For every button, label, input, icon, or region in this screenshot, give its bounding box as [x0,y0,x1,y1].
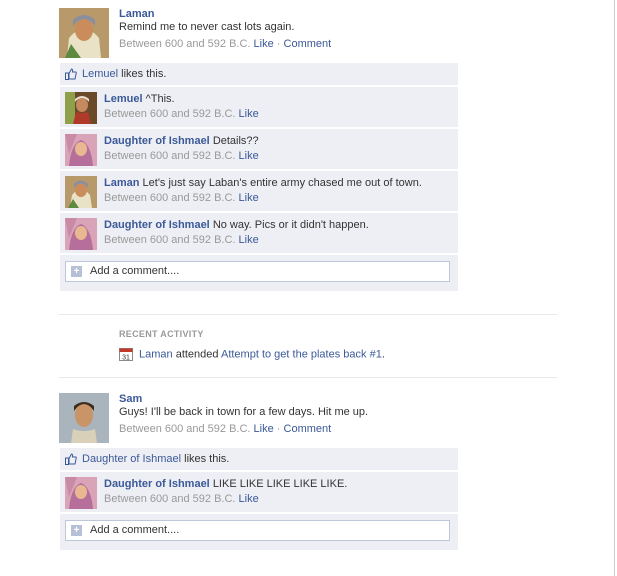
story-timestamp: Between 600 and 592 B.C. [119,38,251,50]
avatar-daughter-of-ishmael[interactable] [65,218,97,250]
avatar-daughter-of-ishmael[interactable] [65,134,97,166]
avatar-laman[interactable] [59,8,109,58]
add-comment-input[interactable]: + Add a comment.... [65,520,450,541]
comment-timestamp: Between 600 and 592 B.C. [104,108,236,120]
add-comment-placeholder: Add a comment.... [90,265,180,277]
story-author[interactable]: Laman [119,8,154,20]
plus-icon: + [71,266,82,277]
comment-meta: Between 600 and 592 B.C. Like [104,493,458,505]
like-link[interactable]: Like [254,423,274,435]
comment-meta: Between 600 and 592 B.C. Like [104,192,458,204]
plus-icon: + [71,525,82,536]
story-meta: Between 600 and 592 B.C. Like · Comment [119,423,557,435]
comment-meta: Between 600 and 592 B.C. Like [104,234,458,246]
comment-timestamp: Between 600 and 592 B.C. [104,150,236,162]
story-body: Laman Remind me to never cast lots again… [119,8,557,50]
comment-author[interactable]: Daughter of Ishmael [104,135,210,147]
comment-text: LIKE LIKE LIKE LIKE LIKE. [212,478,348,490]
comment: Daughter of Ishmael LIKE LIKE LIKE LIKE … [60,472,458,512]
recent-activity-heading: RECENT ACTIVITY [119,329,204,339]
story-divider [59,377,557,378]
thumbs-up-icon [65,68,77,80]
comment-text: Details?? [212,135,259,147]
activity-actor[interactable]: Laman [139,348,173,360]
comment-author[interactable]: Lemuel [104,93,143,105]
likes-suffix: likes this. [121,68,167,80]
comment-timestamp: Between 600 and 592 B.C. [104,493,236,505]
comment-author[interactable]: Daughter of Ishmael [104,219,210,231]
comment: Laman Let's just say Laban's entire army… [60,171,458,211]
story-body: Sam Guys! I'll be back in town for a few… [119,393,557,435]
thumbs-up-icon [65,453,77,465]
liker-name[interactable]: Daughter of Ishmael [82,453,181,465]
comment: Daughter of Ishmael Details?? Between 60… [60,129,458,169]
avatar-lemuel[interactable] [65,92,97,124]
story-timestamp: Between 600 and 592 B.C. [119,423,251,435]
add-comment-input[interactable]: + Add a comment.... [65,261,450,282]
likes-row: Daughter of Ishmael likes this. [60,448,458,470]
like-link[interactable]: Like [254,38,274,50]
comment-text: Let's just say Laban's entire army chase… [142,177,422,189]
activity-verb: attended [175,348,219,361]
comment-like-link[interactable]: Like [239,234,259,246]
comment-author[interactable]: Laman [104,177,139,189]
activity-end: . [381,348,385,361]
story2-comments-panel: Daughter of Ishmael likes this. Daughter… [60,448,458,552]
comment-like-link[interactable]: Like [239,493,259,505]
comment-like-link[interactable]: Like [239,150,259,162]
comment-link[interactable]: Comment [284,38,332,50]
likes-row: Lemuel likes this. [60,63,458,85]
comment-author[interactable]: Daughter of Ishmael [104,478,210,490]
comment-meta: Between 600 and 592 B.C. Like [104,150,458,162]
comment-link[interactable]: Comment [284,423,332,435]
comment-text: ^This. [145,93,175,105]
add-comment-row: + Add a comment.... [60,514,458,550]
comment-like-link[interactable]: Like [239,108,259,120]
meta-separator: · [276,38,281,50]
add-comment-row: + Add a comment.... [60,255,458,291]
calendar-day: 31 [122,355,130,362]
avatar-daughter-of-ishmael[interactable] [65,477,97,509]
recent-activity-item: 31 Laman attended Attempt to get the pla… [119,348,385,361]
avatar-sam[interactable] [59,393,109,443]
avatar-laman[interactable] [65,176,97,208]
comment: Lemuel ^This. Between 600 and 592 B.C. L… [60,87,458,127]
story-author[interactable]: Sam [119,393,142,405]
activity-event-link[interactable]: Attempt to get the plates back #1 [221,348,382,360]
meta-separator: · [276,423,281,435]
story-message: Remind me to never cast lots again. [119,21,295,33]
story-divider [59,314,557,315]
calendar-icon: 31 [119,348,133,361]
comment-meta: Between 600 and 592 B.C. Like [104,108,458,120]
comment-text: No way. Pics or it didn't happen. [212,219,369,231]
story1-comments-panel: Lemuel likes this. Lemuel ^This. Between… [60,63,458,293]
comment: Daughter of Ishmael No way. Pics or it d… [60,213,458,253]
add-comment-placeholder: Add a comment.... [90,524,180,536]
liker-name[interactable]: Lemuel [82,68,118,80]
likes-suffix: likes this. [184,453,230,465]
comment-timestamp: Between 600 and 592 B.C. [104,234,236,246]
story-message: Guys! I'll be back in town for a few day… [119,406,369,418]
comment-timestamp: Between 600 and 592 B.C. [104,192,236,204]
story-meta: Between 600 and 592 B.C. Like · Comment [119,38,557,50]
comment-like-link[interactable]: Like [239,192,259,204]
page-right-border [614,0,615,576]
